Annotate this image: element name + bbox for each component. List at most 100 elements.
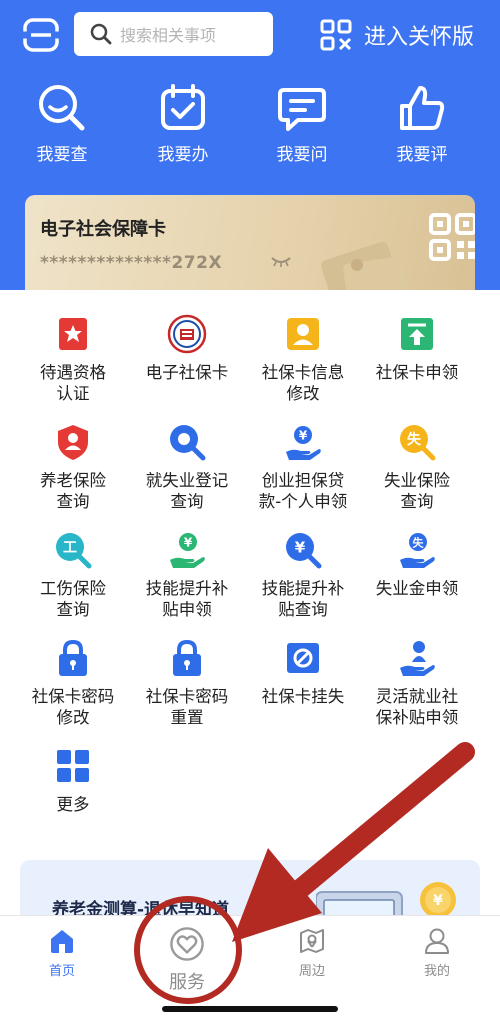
- heart-service-icon: [170, 927, 204, 961]
- tab-profile[interactable]: 我的: [397, 926, 477, 979]
- chat-bubble-icon: [278, 88, 326, 131]
- service-more[interactable]: 更多: [10, 746, 136, 815]
- service-unemployment-insurance-query[interactable]: 失 失业保险 查询: [354, 422, 480, 512]
- header: 搜索相关事项 进入关怀版 我要查 我要办 我要问 我要评 电子社会保障卡 ***…: [0, 0, 500, 290]
- eye-closed-icon[interactable]: [270, 255, 292, 269]
- service-label: 社保卡密码 修改: [31, 687, 115, 727]
- user-icon: [425, 928, 449, 954]
- svg-text:¥: ¥: [295, 539, 306, 557]
- service-label: 灵活就业社 保补贴申领: [375, 687, 459, 727]
- service-skill-subsidy-query[interactable]: ¥ 技能提升补 贴查询: [240, 530, 366, 620]
- bottom-tab-bar: 首页 服务 周边 我的: [0, 915, 500, 1020]
- service-startup-loan-apply[interactable]: ¥ 创业担保贷 款-个人申领: [240, 422, 366, 512]
- tab-label: 首页: [48, 964, 75, 979]
- search-icon: [90, 23, 112, 45]
- id-card-person-icon: [287, 318, 319, 350]
- care-mode-label: 进入关怀版: [364, 25, 475, 50]
- quick-action-label: 我要问: [276, 145, 328, 165]
- service-flexible-employment-subsidy[interactable]: 灵活就业社 保补贴申领: [354, 638, 480, 728]
- service-label: 就失业登记 查询: [145, 471, 229, 511]
- service-card-apply[interactable]: 社保卡申领: [354, 314, 480, 383]
- thumbs-up-icon: [400, 86, 445, 130]
- card-title: 电子社会保障卡: [40, 219, 166, 240]
- tab-service[interactable]: 服务: [147, 926, 227, 994]
- hand-yuan-icon: ¥: [170, 533, 205, 568]
- svg-text:¥: ¥: [299, 429, 308, 443]
- quick-action-label: 我要评: [396, 145, 448, 165]
- calendar-check-icon: [161, 84, 205, 130]
- social-security-card[interactable]: 电子社会保障卡 **************272X: [25, 195, 475, 290]
- service-work-injury-query[interactable]: 工 工伤保险 查询: [10, 530, 136, 620]
- service-e-social-card[interactable]: 电子社保卡: [124, 314, 250, 383]
- search-magnifier-icon: [39, 85, 85, 131]
- service-label: 工伤保险 查询: [40, 579, 106, 619]
- upload-arrow-icon: [401, 318, 433, 350]
- service-label: 电子社保卡: [145, 363, 229, 382]
- service-unemployment-benefit-apply[interactable]: 失 失业金申领: [354, 530, 480, 599]
- lock-icon: [173, 639, 201, 676]
- home-indicator: [162, 1006, 338, 1012]
- care-mode-icon: [320, 19, 352, 51]
- tab-nearby[interactable]: 周边: [272, 926, 352, 979]
- service-pension-query[interactable]: 养老保险 查询: [10, 422, 136, 512]
- tab-label: 周边: [298, 964, 325, 979]
- scan-icon[interactable]: [22, 16, 60, 54]
- quick-action-label: 我要查: [36, 145, 88, 165]
- service-benefit-qualification[interactable]: 待遇资格 认证: [10, 314, 136, 404]
- service-label: 技能提升补 贴查询: [261, 579, 345, 619]
- grid-more-icon: [57, 750, 89, 782]
- yuan-search-icon: ¥: [286, 533, 322, 569]
- service-card-report-loss[interactable]: 社保卡挂失: [240, 638, 366, 707]
- shield-person-icon: [58, 425, 88, 460]
- service-employment-registration-query[interactable]: 就失业登记 查询: [124, 422, 250, 512]
- loss-search-icon: 失: [400, 425, 436, 461]
- service-skill-subsidy-apply[interactable]: ¥ 技能提升补 贴申领: [124, 530, 250, 620]
- lock-icon: [59, 639, 87, 676]
- quick-action-label: 我要办: [157, 145, 209, 165]
- svg-text:工: 工: [63, 540, 77, 556]
- certificate-star-icon: [59, 318, 87, 350]
- service-label: 创业担保贷 款-个人申领: [258, 471, 348, 511]
- tab-label: 服务: [169, 972, 205, 993]
- search-input[interactable]: 搜索相关事项: [74, 12, 273, 56]
- service-label: 技能提升补 贴申领: [145, 579, 229, 619]
- qr-code-icon[interactable]: [429, 213, 475, 261]
- tab-home[interactable]: 首页: [22, 926, 102, 979]
- care-mode-button[interactable]: 进入关怀版: [320, 16, 474, 54]
- magnifier-icon: [170, 425, 206, 461]
- card-number: **************272X: [40, 253, 223, 273]
- quick-actions: 我要查 我要办 我要问 我要评: [0, 82, 500, 172]
- quick-action-ask[interactable]: 我要问: [262, 82, 342, 165]
- svg-text:失: 失: [407, 431, 422, 448]
- card-decoration-icon: [321, 241, 407, 290]
- tab-label: 我的: [423, 964, 450, 979]
- quick-action-query[interactable]: 我要查: [22, 82, 102, 165]
- social-security-seal-icon: [167, 314, 207, 354]
- svg-text:¥: ¥: [184, 536, 193, 550]
- coin-icon: ¥: [420, 882, 456, 918]
- hand-person-coin-icon: ¥: [286, 426, 321, 460]
- quick-action-handle[interactable]: 我要办: [143, 82, 223, 165]
- svg-text:失: 失: [413, 536, 425, 550]
- search-placeholder: 搜索相关事项: [120, 26, 217, 45]
- block-card-icon: [287, 643, 319, 673]
- service-label: 失业金申领: [375, 579, 459, 598]
- service-label: 社保卡密码 重置: [145, 687, 229, 727]
- service-label: 失业保险 查询: [384, 471, 450, 511]
- service-card-password-reset[interactable]: 社保卡密码 重置: [124, 638, 250, 728]
- svg-text:¥: ¥: [433, 893, 443, 909]
- top-bar: 搜索相关事项 进入关怀版: [0, 0, 500, 70]
- hand-person-icon: [400, 641, 435, 676]
- injury-search-icon: 工: [56, 533, 92, 569]
- service-label: 社保卡挂失: [261, 687, 345, 706]
- service-label: 待遇资格 认证: [40, 363, 106, 403]
- service-label: 社保卡信息 修改: [261, 363, 345, 403]
- map-pin-icon: [300, 929, 324, 953]
- service-label: 社保卡申领: [375, 363, 459, 382]
- service-card-password-change[interactable]: 社保卡密码 修改: [10, 638, 136, 728]
- quick-action-rate[interactable]: 我要评: [382, 82, 462, 165]
- home-icon: [51, 930, 73, 953]
- service-label: 养老保险 查询: [40, 471, 106, 511]
- service-card-info-edit[interactable]: 社保卡信息 修改: [240, 314, 366, 404]
- service-label: 更多: [56, 795, 90, 814]
